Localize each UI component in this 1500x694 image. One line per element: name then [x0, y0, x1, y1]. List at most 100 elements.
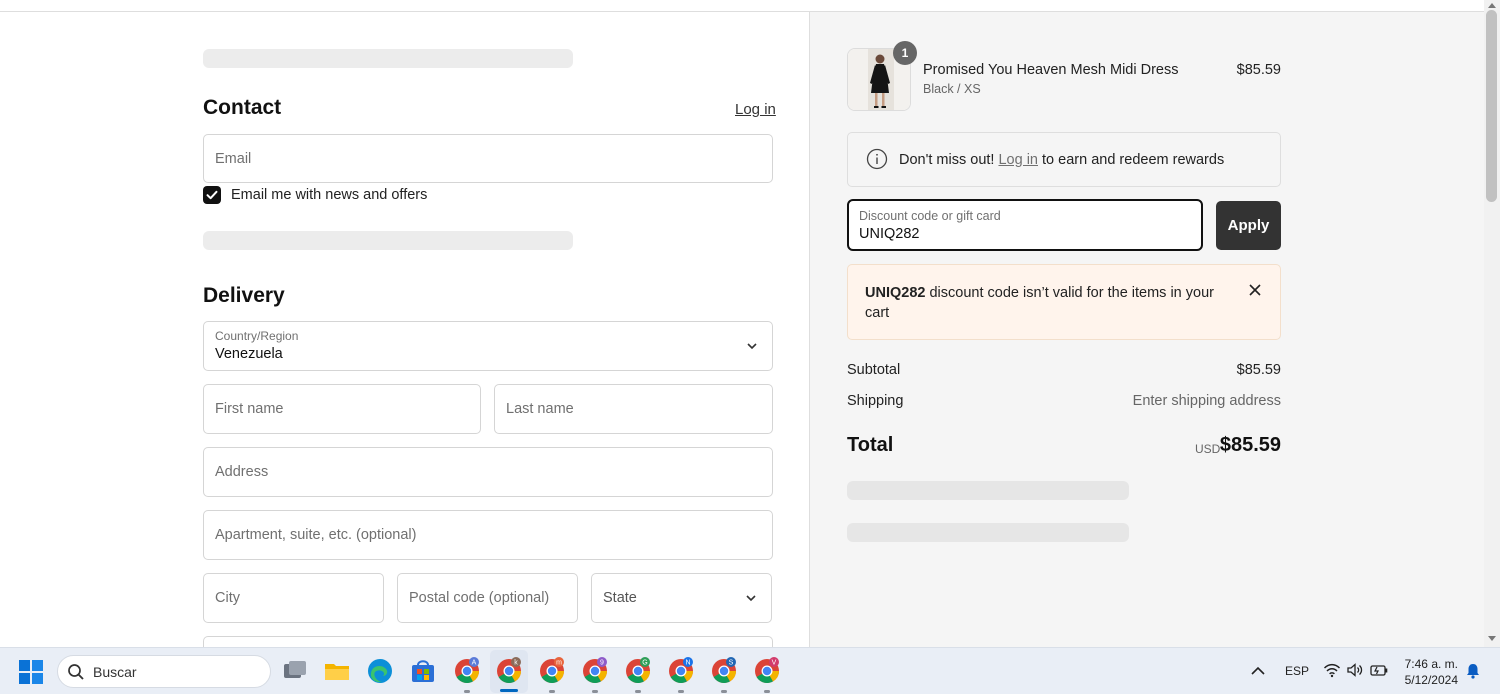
chrome-profile-icon[interactable]: S — [709, 656, 739, 686]
news-checkbox-label: Email me with news and offers — [231, 187, 428, 203]
chrome-profile-icon[interactable]: G — [623, 656, 653, 686]
discount-value: UNIQ282 — [859, 226, 920, 242]
total-currency: USD — [1195, 442, 1221, 456]
address-placeholder: Address — [215, 464, 269, 480]
total-label: Total — [847, 434, 894, 456]
profile-badge: G — [642, 660, 647, 667]
profile-badge: N — [685, 660, 690, 667]
product-variant: Black / XS — [923, 82, 981, 96]
last-name-field[interactable]: Last name — [494, 384, 773, 434]
apply-button[interactable]: Apply — [1216, 201, 1281, 250]
city-placeholder: City — [215, 590, 240, 606]
close-icon[interactable] — [1248, 283, 1262, 297]
total-value: $85.59 — [1219, 434, 1281, 456]
scrollbar-thumb[interactable] — [1486, 10, 1497, 202]
profile-badge: V — [772, 660, 777, 667]
chrome-profile-icon[interactable]: k — [494, 656, 524, 686]
rewards-text: Don't miss out! Log in to earn and redee… — [899, 152, 1224, 168]
country-label: Country/Region — [215, 329, 299, 343]
active-indicator — [500, 689, 518, 692]
login-link[interactable]: Log in — [735, 101, 776, 118]
profile-badge: m — [556, 660, 562, 667]
battery-icon[interactable] — [1369, 662, 1389, 678]
running-indicator — [464, 690, 470, 693]
discount-code-input[interactable]: Discount code or gift card UNIQ282 — [847, 199, 1203, 251]
news-checkbox[interactable] — [203, 186, 221, 204]
chrome-profile-icon[interactable]: m — [537, 656, 567, 686]
country-select[interactable]: Country/Region Venezuela — [203, 321, 773, 371]
error-code: UNIQ282 — [865, 285, 926, 301]
chevron-up-icon[interactable] — [1250, 664, 1266, 678]
profile-badge: k — [514, 660, 518, 667]
postal-code-placeholder: Postal code (optional) — [409, 590, 550, 606]
discount-error-banner: UNIQ282 discount code isn’t valid for th… — [847, 264, 1281, 340]
apartment-field[interactable]: Apartment, suite, etc. (optional) — [203, 510, 773, 560]
rewards-prefix: Don't miss out! — [899, 152, 995, 168]
running-indicator — [678, 690, 684, 693]
loading-placeholder — [847, 523, 1129, 542]
store-icon[interactable] — [408, 656, 438, 686]
state-select[interactable]: State — [591, 573, 772, 623]
loading-placeholder — [847, 481, 1129, 500]
error-message: UNIQ282 discount code isn’t valid for th… — [865, 283, 1215, 323]
product-price: $85.59 — [1236, 62, 1281, 78]
edge-browser-icon[interactable] — [365, 656, 395, 686]
shipping-value: Enter shipping address — [1132, 393, 1281, 409]
city-field[interactable]: City — [203, 573, 384, 623]
postal-code-field[interactable]: Postal code (optional) — [397, 573, 578, 623]
taskbar-search[interactable]: Buscar — [57, 655, 271, 688]
checkmark-icon — [206, 190, 218, 200]
delivery-heading: Delivery — [203, 284, 285, 307]
profile-badge: A — [472, 660, 477, 667]
file-explorer-icon[interactable] — [322, 656, 352, 686]
subtotal-value: $85.59 — [1236, 362, 1281, 378]
volume-icon[interactable] — [1346, 662, 1364, 678]
notification-bell-icon[interactable] — [1464, 662, 1482, 680]
scroll-down-arrow-icon[interactable] — [1487, 635, 1497, 643]
search-label: Buscar — [93, 664, 137, 680]
chrome-profile-icon[interactable]: V — [752, 656, 782, 686]
rewards-login-link[interactable]: Log in — [998, 152, 1038, 168]
email-placeholder: Email — [215, 150, 252, 167]
rewards-suffix: to earn and redeem rewards — [1042, 152, 1225, 168]
chevron-down-icon — [746, 595, 756, 602]
clock-time: 7:46 a. m. — [1404, 657, 1458, 671]
profile-badge: S — [729, 660, 734, 667]
next-field-partial[interactable] — [203, 636, 773, 647]
system-clock[interactable]: 7:46 a. m. 5/12/2024 — [1396, 656, 1458, 688]
search-icon — [68, 664, 84, 680]
loading-placeholder — [203, 49, 573, 68]
first-name-field[interactable]: First name — [203, 384, 481, 434]
checkout-page: Contact Log in Email Email me with news … — [0, 0, 1500, 647]
first-name-placeholder: First name — [215, 401, 284, 417]
rewards-banner: Don't miss out! Log in to earn and redee… — [847, 132, 1281, 187]
running-indicator — [549, 690, 555, 693]
address-field[interactable]: Address — [203, 447, 773, 497]
running-indicator — [635, 690, 641, 693]
loading-placeholder — [203, 231, 573, 250]
shipping-label: Shipping — [847, 393, 904, 409]
contact-heading: Contact — [203, 96, 282, 119]
last-name-placeholder: Last name — [506, 401, 574, 417]
windows-taskbar: Buscar A k m 9 G N S V ESP 7:46 a. m. 5/… — [0, 647, 1500, 694]
chrome-profile-icon[interactable]: 9 — [580, 656, 610, 686]
apartment-placeholder: Apartment, suite, etc. (optional) — [215, 527, 417, 543]
subtotal-label: Subtotal — [847, 362, 901, 378]
country-value: Venezuela — [215, 346, 283, 362]
chevron-down-icon — [747, 343, 757, 350]
chrome-profile-icon[interactable]: N — [666, 656, 696, 686]
email-field[interactable]: Email — [203, 134, 773, 183]
scroll-up-arrow-icon[interactable] — [1487, 1, 1497, 9]
chrome-profile-icon[interactable]: A — [452, 656, 482, 686]
windows-start-icon[interactable] — [18, 659, 44, 685]
product-name: Promised You Heaven Mesh Midi Dress — [923, 62, 1179, 78]
clock-date: 5/12/2024 — [1404, 673, 1458, 687]
language-indicator[interactable]: ESP — [1285, 664, 1309, 678]
quantity-badge: 1 — [893, 41, 917, 65]
running-indicator — [764, 690, 770, 693]
state-placeholder: State — [603, 590, 637, 606]
running-indicator — [592, 690, 598, 693]
task-view-icon[interactable] — [280, 656, 310, 686]
discount-label: Discount code or gift card — [859, 209, 1001, 223]
wifi-icon[interactable] — [1323, 662, 1341, 678]
